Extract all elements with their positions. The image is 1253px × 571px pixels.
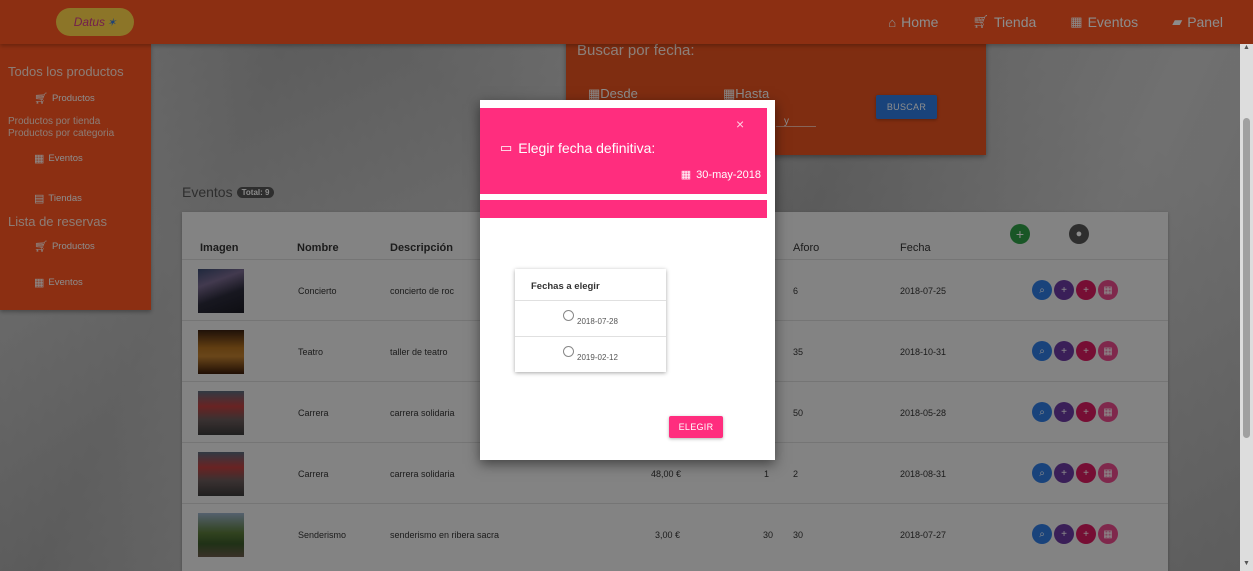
modal-title-text: Elegir fecha definitiva: xyxy=(518,140,656,156)
elegir-button[interactable]: ELEGIR xyxy=(669,416,723,438)
scroll-down-icon[interactable]: ▼ xyxy=(1243,560,1250,567)
modal-date-text: 30-may-2018 xyxy=(696,168,761,181)
choices-title: Fechas a elegir xyxy=(531,281,600,292)
scroll-up-icon[interactable]: ▲ xyxy=(1243,44,1250,51)
choose-date-modal: × ▭ Elegir fecha definitiva: ▦ 30-may-20… xyxy=(480,100,775,460)
date-option-label: 2018-07-28 xyxy=(577,316,618,326)
modal-header-strip xyxy=(480,200,767,218)
date-choices-card: Fechas a elegir 2018-07-28 2019-02-12 xyxy=(515,269,666,372)
modal-current-date: ▦ 30-may-2018 xyxy=(680,168,761,182)
radio-button[interactable] xyxy=(563,346,575,357)
date-option[interactable]: 2018-07-28 xyxy=(515,300,666,336)
modal-header: × ▭ Elegir fecha definitiva: ▦ 30-may-20… xyxy=(480,108,767,194)
scroll-thumb[interactable] xyxy=(1243,118,1250,438)
calendar-icon: ▦ xyxy=(680,169,692,181)
radio-button[interactable] xyxy=(563,310,575,321)
close-icon[interactable]: × xyxy=(736,116,744,132)
page-scrollbar[interactable]: ▲ ▼ xyxy=(1240,44,1253,571)
date-option-label: 2019-02-12 xyxy=(577,352,618,362)
date-option[interactable]: 2019-02-12 xyxy=(515,336,666,372)
folder-icon: ▭ xyxy=(500,140,513,155)
modal-title: ▭ Elegir fecha definitiva: xyxy=(500,140,655,156)
